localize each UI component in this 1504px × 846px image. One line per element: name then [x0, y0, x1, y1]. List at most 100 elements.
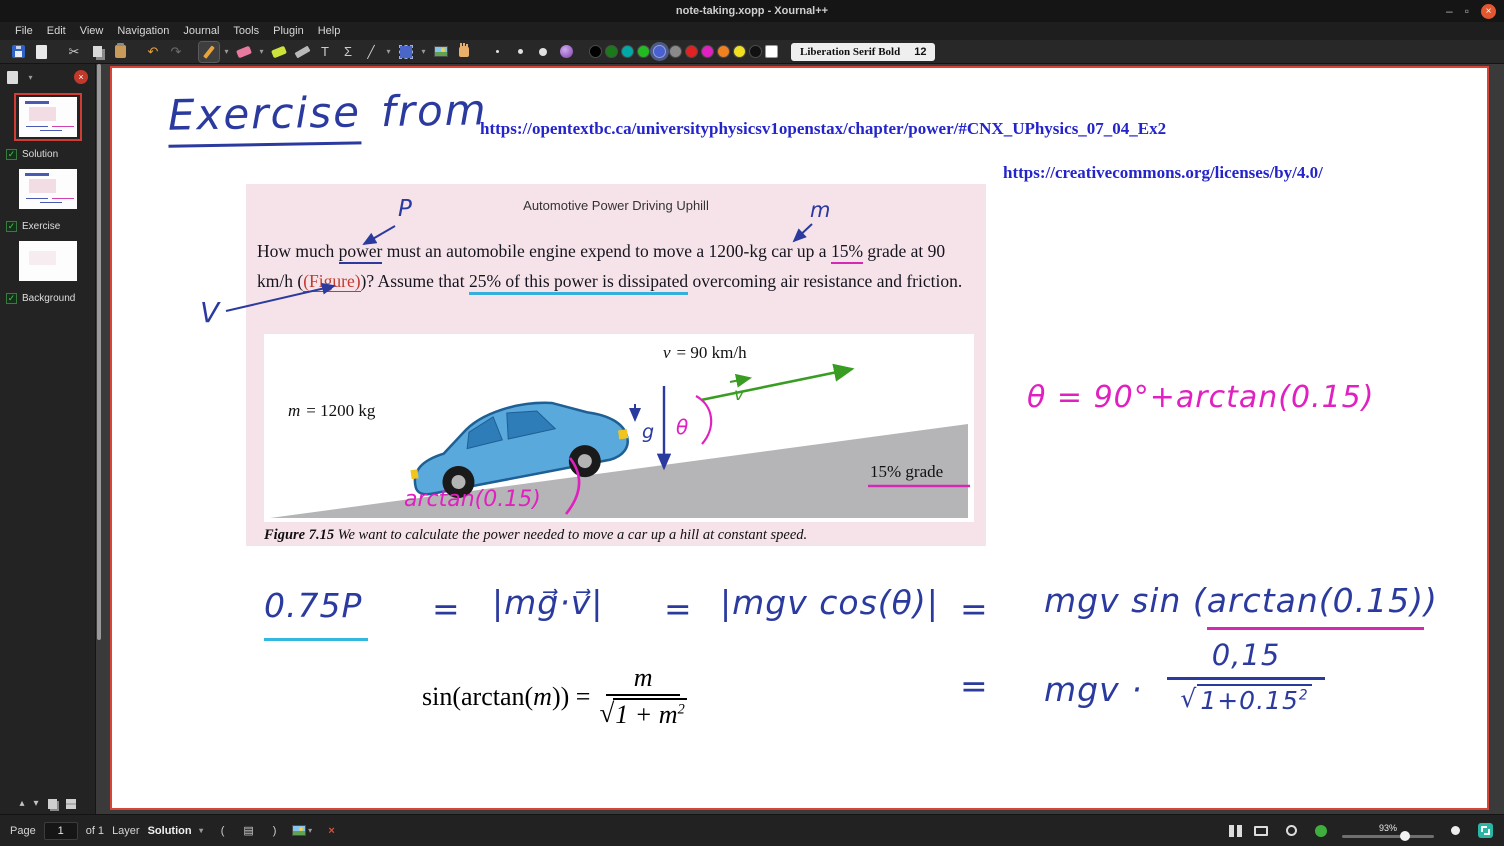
layer-preview-button[interactable]: ▤	[240, 822, 258, 840]
layer-preview[interactable]	[14, 309, 82, 317]
cut-button[interactable]: ✂	[64, 42, 84, 62]
layer-preview[interactable]	[14, 165, 82, 213]
presentation-button[interactable]	[1252, 822, 1270, 840]
fill-style-button[interactable]	[556, 42, 576, 62]
ruler-tool-button[interactable]	[292, 42, 312, 62]
sidebar-document-icon[interactable]	[7, 71, 18, 84]
thickness-medium-button[interactable]	[510, 42, 530, 62]
color-swatch[interactable]	[637, 45, 650, 58]
exercise-text-segment: 25% of this power is dissipated	[469, 271, 688, 295]
layer-thumbnail	[19, 241, 77, 281]
layer-checkbox[interactable]: ✓	[6, 221, 17, 232]
layer-preview[interactable]	[14, 237, 82, 285]
sidebar: ▾ × ✓ Solution ✓ Exercise	[0, 64, 96, 814]
eraser-dropdown-caret[interactable]: ▾	[257, 47, 266, 56]
page-thumbnail	[19, 97, 77, 137]
copy-button[interactable]	[87, 42, 107, 62]
canvas-scrollbar[interactable]	[97, 64, 101, 640]
undo-button[interactable]: ↶	[143, 42, 163, 62]
layer-checkbox[interactable]: ✓	[6, 293, 17, 304]
latex-fraction: m √1 + m2	[599, 664, 686, 730]
page-number-input[interactable]	[44, 822, 78, 840]
color-swatch[interactable]	[685, 45, 698, 58]
sidebar-down-button[interactable]: ▾	[34, 798, 39, 809]
color-swatch[interactable]	[653, 45, 666, 58]
color-swatch[interactable]	[765, 45, 778, 58]
prev-layer-button[interactable]: (	[214, 822, 232, 840]
sidebar-up-button[interactable]: ▴	[19, 798, 24, 809]
text-tool-button[interactable]: T	[315, 42, 335, 62]
exercise-text-segment: power	[339, 241, 383, 264]
shape-dropdown-caret[interactable]: ▾	[384, 47, 393, 56]
sidebar-dropdown-caret[interactable]: ▾	[26, 73, 35, 82]
menu-item[interactable]: Help	[311, 25, 348, 37]
thickness-thick-icon	[539, 48, 547, 56]
menu-item[interactable]: Navigation	[110, 25, 176, 37]
insert-image-button[interactable]	[431, 42, 451, 62]
select-dropdown-caret[interactable]: ▾	[419, 47, 428, 56]
layer-thumbnail	[19, 169, 77, 209]
document-page[interactable]: Exercisefrom https://opentextbc.ca/unive…	[110, 66, 1489, 810]
color-swatch[interactable]	[733, 45, 746, 58]
layer-item[interactable]: ✓ Solution	[0, 143, 95, 160]
menu-item[interactable]: Journal	[176, 25, 226, 37]
handwritten-title-word1: Exercise	[168, 87, 362, 147]
fraction-numerator: 0,15	[1167, 638, 1325, 680]
zoom-slider[interactable]	[1342, 835, 1434, 838]
close-button[interactable]: ×	[1481, 4, 1496, 19]
layer-item[interactable]: ✓ Background	[0, 287, 95, 304]
color-swatch[interactable]	[717, 45, 730, 58]
cut-icon: ✂	[69, 44, 80, 60]
tex-tool-button[interactable]: Σ	[338, 42, 358, 62]
next-layer-button[interactable]: )	[266, 822, 284, 840]
exercise-box: Automotive Power Driving Uphill How much…	[246, 184, 986, 546]
delete-layer-button[interactable]: ×	[323, 822, 341, 840]
sidebar-grid-button[interactable]	[66, 799, 76, 809]
pen-dropdown-caret[interactable]: ▾	[222, 47, 231, 56]
paste-button[interactable]	[110, 42, 130, 62]
new-file-button[interactable]	[31, 42, 51, 62]
layer-item[interactable]: ✓ Exercise	[0, 215, 95, 232]
menu-item[interactable]: View	[73, 25, 111, 37]
highlighter-tool-button[interactable]	[269, 42, 289, 62]
zoom-100-button[interactable]	[1312, 822, 1330, 840]
font-button[interactable]: Liberation Serif Bold 12	[791, 43, 935, 61]
dual-page-button[interactable]	[1222, 822, 1240, 840]
sidebar-close-button[interactable]: ×	[74, 70, 88, 84]
add-layer-button[interactable]: ▾	[292, 822, 315, 840]
equals-sign-2: =	[664, 589, 693, 628]
color-swatch[interactable]	[749, 45, 762, 58]
color-swatch[interactable]	[605, 45, 618, 58]
color-swatch[interactable]	[621, 45, 634, 58]
color-swatch[interactable]	[669, 45, 682, 58]
menu-item[interactable]: Tools	[226, 25, 266, 37]
canvas[interactable]: Exercisefrom https://opentextbc.ca/unive…	[96, 64, 1504, 814]
eraser-tool-button[interactable]	[234, 42, 254, 62]
maximize-button[interactable]: ▫	[1465, 5, 1469, 17]
sidebar-duplicate-button[interactable]	[48, 799, 57, 809]
color-swatch[interactable]	[701, 45, 714, 58]
menu-item[interactable]: Edit	[40, 25, 73, 37]
hand-tool-button[interactable]	[454, 42, 474, 62]
font-size: 12	[914, 46, 926, 58]
save-button[interactable]	[8, 42, 28, 62]
shape-recognizer-icon: ╱	[367, 45, 374, 59]
redo-button[interactable]: ↷	[166, 42, 186, 62]
shape-recognizer-button[interactable]: ╱	[361, 42, 381, 62]
thickness-thick-button[interactable]	[533, 42, 553, 62]
layer-checkbox[interactable]: ✓	[6, 149, 17, 160]
pen-tool-button[interactable]	[199, 42, 219, 62]
select-region-button[interactable]	[396, 42, 416, 62]
thickness-fine-button[interactable]	[487, 42, 507, 62]
fullscreen-button[interactable]	[1476, 822, 1494, 840]
menu-item[interactable]: File	[8, 25, 40, 37]
zoom-slider-knob[interactable]	[1400, 831, 1410, 841]
minimize-button[interactable]: –	[1446, 5, 1453, 17]
layer-select[interactable]: Solution ▾	[148, 825, 206, 837]
color-swatch[interactable]	[589, 45, 602, 58]
thickness-medium-icon	[518, 49, 523, 54]
menu-item[interactable]: Plugin	[266, 25, 311, 37]
current-page-preview[interactable]	[14, 93, 82, 141]
zoom-fit-button[interactable]	[1282, 822, 1300, 840]
zoom-in-button[interactable]	[1446, 822, 1464, 840]
